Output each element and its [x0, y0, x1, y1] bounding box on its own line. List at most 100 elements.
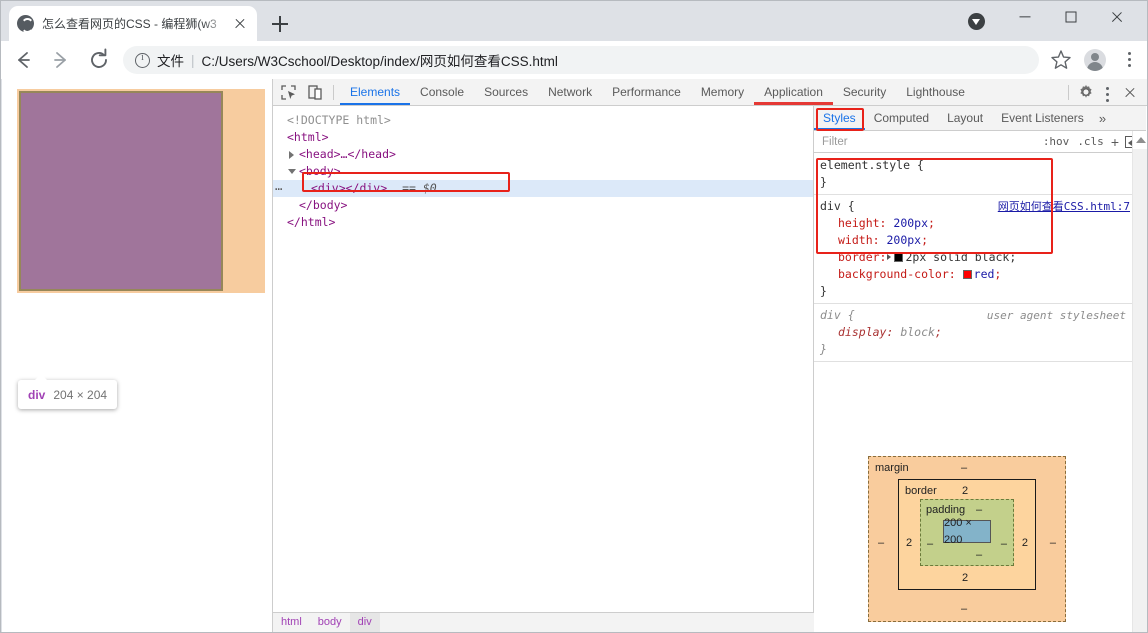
dom-line-body-open[interactable]: <body> [273, 163, 813, 180]
css-property-name: background-color [838, 267, 949, 281]
more-options-icon[interactable]: ⋯ [275, 184, 283, 194]
margin-left-value[interactable]: – [878, 535, 884, 552]
hov-toggle[interactable]: :hov [1039, 135, 1074, 148]
breadcrumb-item-body[interactable]: body [310, 613, 350, 632]
styles-scrollbar[interactable] [1132, 131, 1146, 632]
chevron-down-icon[interactable] [288, 169, 296, 174]
box-model-border[interactable]: border 2 2 2 2 [898, 479, 1036, 590]
scrollbar-track[interactable] [1133, 149, 1147, 632]
border-right-value[interactable]: 2 [1022, 535, 1028, 552]
devtools-tab-memory[interactable]: Memory [691, 79, 754, 105]
tab-layout[interactable]: Layout [938, 106, 992, 130]
margin-right-value[interactable]: – [1050, 535, 1056, 552]
gear-icon[interactable] [1075, 81, 1097, 103]
styles-filter-input[interactable]: Filter [814, 136, 1039, 148]
breadcrumb-item-html[interactable]: html [273, 613, 310, 632]
dom-line-doctype[interactable]: <!DOCTYPE html> [273, 112, 813, 129]
css-property-name: width [838, 233, 873, 247]
devtools-tab-elements[interactable]: Elements [340, 79, 410, 105]
devtools-more-icon[interactable] [1097, 81, 1117, 103]
dom-line-div-selected[interactable]: ⋯ <div></div> == $0 [273, 180, 813, 197]
dom-line-text: <body> [299, 164, 341, 178]
css-property-value: block [900, 325, 935, 339]
back-icon[interactable] [7, 44, 39, 76]
css-border-color-word: black; [975, 250, 1017, 264]
address-bar[interactable]: 文件 | C:/Users/W3Cschool/Desktop/index/网页… [123, 46, 1039, 74]
border-top-value[interactable]: 2 [962, 483, 968, 500]
profile-avatar[interactable] [1079, 44, 1111, 76]
devtools-tabbar: Elements Console Sources Network Perform… [273, 79, 1147, 106]
tab-styles[interactable]: Styles [814, 106, 865, 130]
color-swatch-black[interactable] [894, 253, 903, 262]
box-model-diagram: margin – – – – border 2 2 2 2 [868, 456, 1066, 622]
new-style-rule-button[interactable]: + [1108, 134, 1122, 150]
maximize-button[interactable] [1048, 1, 1094, 33]
devtools-tab-network[interactable]: Network [538, 79, 602, 105]
browser-menu-icon[interactable] [1113, 44, 1145, 76]
page-viewport: div 204 × 204 [2, 79, 273, 632]
tab-event-listeners[interactable]: Event Listeners [992, 106, 1093, 130]
css-selector: div { [820, 199, 855, 213]
devtools-tab-sources[interactable]: Sources [474, 79, 538, 105]
expand-shorthand-icon[interactable] [887, 254, 891, 260]
css-declaration-display[interactable]: display: block; [820, 324, 1132, 341]
css-source-link[interactable]: 网页如何查看CSS.html:7 [998, 198, 1130, 215]
tab-computed[interactable]: Computed [865, 106, 938, 130]
dom-line-body-close[interactable]: </body> [273, 197, 813, 214]
device-toolbar-icon[interactable] [304, 81, 327, 104]
window-close-button[interactable] [1094, 1, 1140, 33]
devtools-tab-application[interactable]: Application [754, 79, 833, 105]
styles-filter-bar: Filter :hov .cls + [814, 131, 1146, 153]
border-bottom-value[interactable]: 2 [962, 570, 968, 587]
css-rule-div-user-agent[interactable]: div { user agent stylesheet display: blo… [814, 304, 1132, 362]
devtools-panel: Elements Console Sources Network Perform… [273, 79, 1147, 632]
site-info-icon[interactable] [135, 53, 150, 68]
browser-tab[interactable]: 怎么查看网页的CSS - 编程狮(w3 [9, 6, 257, 41]
browser-toolbar: 文件 | C:/Users/W3Cschool/Desktop/index/网页… [1, 41, 1147, 79]
devtools-close-icon[interactable] [1119, 81, 1141, 103]
close-icon[interactable] [231, 15, 249, 33]
chevron-right-icon[interactable] [289, 151, 294, 159]
css-declaration-border[interactable]: border:2px solid black2px solid black; [820, 249, 1132, 266]
toolbar-divider [333, 85, 334, 100]
dom-line-html-close[interactable]: </html> [273, 214, 813, 231]
dom-line-html-open[interactable]: <html> [273, 129, 813, 146]
margin-bottom-value[interactable]: – [961, 601, 967, 618]
breadcrumb-item-div[interactable]: div [350, 613, 380, 632]
tooltip-tag-name: div [28, 388, 45, 402]
reload-icon[interactable] [83, 44, 115, 76]
cls-toggle[interactable]: .cls [1073, 135, 1108, 148]
css-rule-element-style[interactable]: element.style { } [814, 154, 1132, 195]
devtools-tab-performance[interactable]: Performance [602, 79, 691, 105]
css-declaration-width[interactable]: width: 200px; [820, 232, 1132, 249]
devtools-tab-lighthouse[interactable]: Lighthouse [896, 79, 975, 105]
dom-line-text: <div></div> [311, 181, 387, 195]
scroll-up-icon[interactable] [1136, 137, 1146, 143]
bookmark-star-icon[interactable] [1045, 44, 1077, 76]
inspect-element-icon[interactable] [277, 81, 300, 104]
globe-icon [17, 15, 34, 32]
dom-line-text: <!DOCTYPE html> [287, 113, 391, 127]
box-model-border-label: border [905, 483, 937, 500]
css-border-value: 2px solid [905, 250, 974, 264]
url-separator: | [191, 53, 195, 68]
box-model-margin-label: margin [875, 460, 909, 477]
download-icon[interactable] [968, 13, 985, 30]
minimize-button[interactable] [1002, 1, 1048, 33]
css-rule-close: } [820, 174, 1132, 191]
devtools-tab-security[interactable]: Security [833, 79, 896, 105]
border-left-value[interactable]: 2 [906, 535, 912, 552]
css-declaration-height[interactable]: height: 200px; [820, 215, 1132, 232]
new-tab-button[interactable] [267, 11, 293, 37]
forward-icon[interactable] [45, 44, 77, 76]
devtools-body: <!DOCTYPE html> <html> <head>…</head> <b… [273, 106, 1147, 632]
devtools-tab-console[interactable]: Console [410, 79, 474, 105]
css-property-name: display [838, 325, 886, 339]
margin-top-value[interactable]: – [961, 460, 967, 477]
styles-overflow-icon[interactable]: » [1093, 111, 1112, 126]
tab-title: 怎么查看网页的CSS - 编程狮(w3 [42, 15, 229, 32]
css-rule-div-author[interactable]: div { 网页如何查看CSS.html:7 height: 200px; wi… [814, 195, 1132, 304]
css-declaration-background-color[interactable]: background-color: red; [820, 266, 1132, 283]
color-swatch-red[interactable] [963, 270, 972, 279]
dom-line-head[interactable]: <head>…</head> [273, 146, 813, 163]
